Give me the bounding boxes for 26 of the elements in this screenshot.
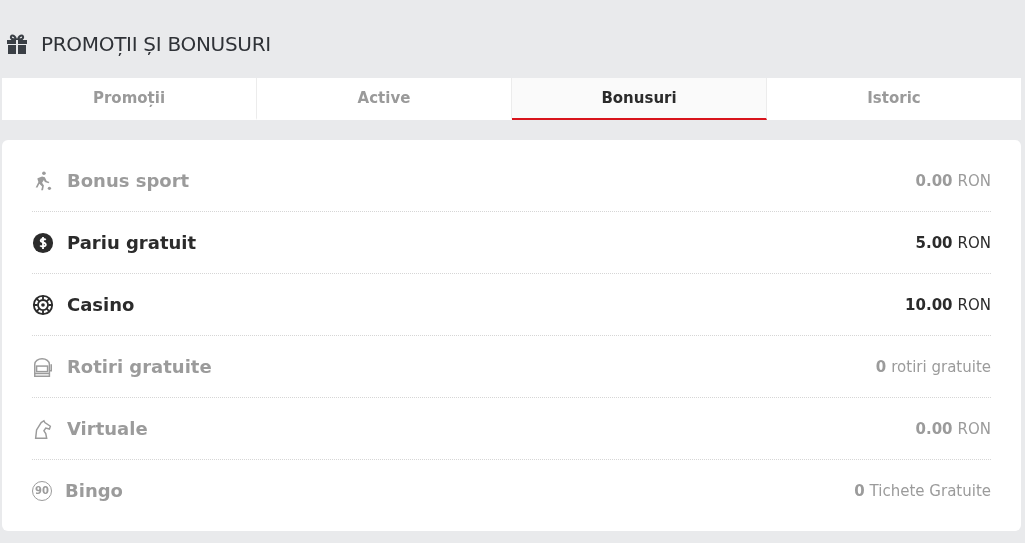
bonus-unit: RON bbox=[957, 171, 991, 190]
bonus-name: Pariu gratuit bbox=[67, 232, 198, 253]
bonus-amount: 0.00 bbox=[915, 171, 953, 190]
bonus-name: Bingo bbox=[65, 480, 124, 501]
bonus-name: Rotiri gratuite bbox=[67, 356, 213, 377]
bonus-amount: 0 bbox=[875, 357, 887, 376]
tab[interactable]: Promoții bbox=[2, 78, 257, 120]
tab[interactable]: Bonusuri bbox=[512, 78, 767, 120]
bonus-unit: RON bbox=[957, 295, 991, 314]
bonus-unit: rotiri gratuite bbox=[891, 357, 991, 376]
poker-chip-icon bbox=[32, 293, 54, 316]
bonus-amount: 10.00 bbox=[905, 295, 953, 314]
bonus-unit: RON bbox=[957, 233, 991, 252]
bonus-amount: 5.00 bbox=[915, 233, 953, 252]
page-title: PROMOȚII ȘI BONUSURI bbox=[41, 32, 271, 56]
horse-head-icon bbox=[32, 417, 54, 440]
bonus-name: Casino bbox=[67, 294, 136, 315]
dollar-coin-icon bbox=[32, 231, 54, 254]
slot-machine-icon bbox=[32, 355, 54, 378]
bonus-name: Virtuale bbox=[67, 418, 149, 439]
bonus-unit: RON bbox=[957, 419, 991, 438]
bonus-amount: 0 bbox=[854, 481, 865, 500]
bonus-amount: 0.00 bbox=[915, 419, 953, 438]
bonus-unit: Tichete Gratuite bbox=[869, 481, 991, 500]
bonus-name: Bonus sport bbox=[67, 170, 191, 191]
gift-icon bbox=[5, 32, 29, 56]
